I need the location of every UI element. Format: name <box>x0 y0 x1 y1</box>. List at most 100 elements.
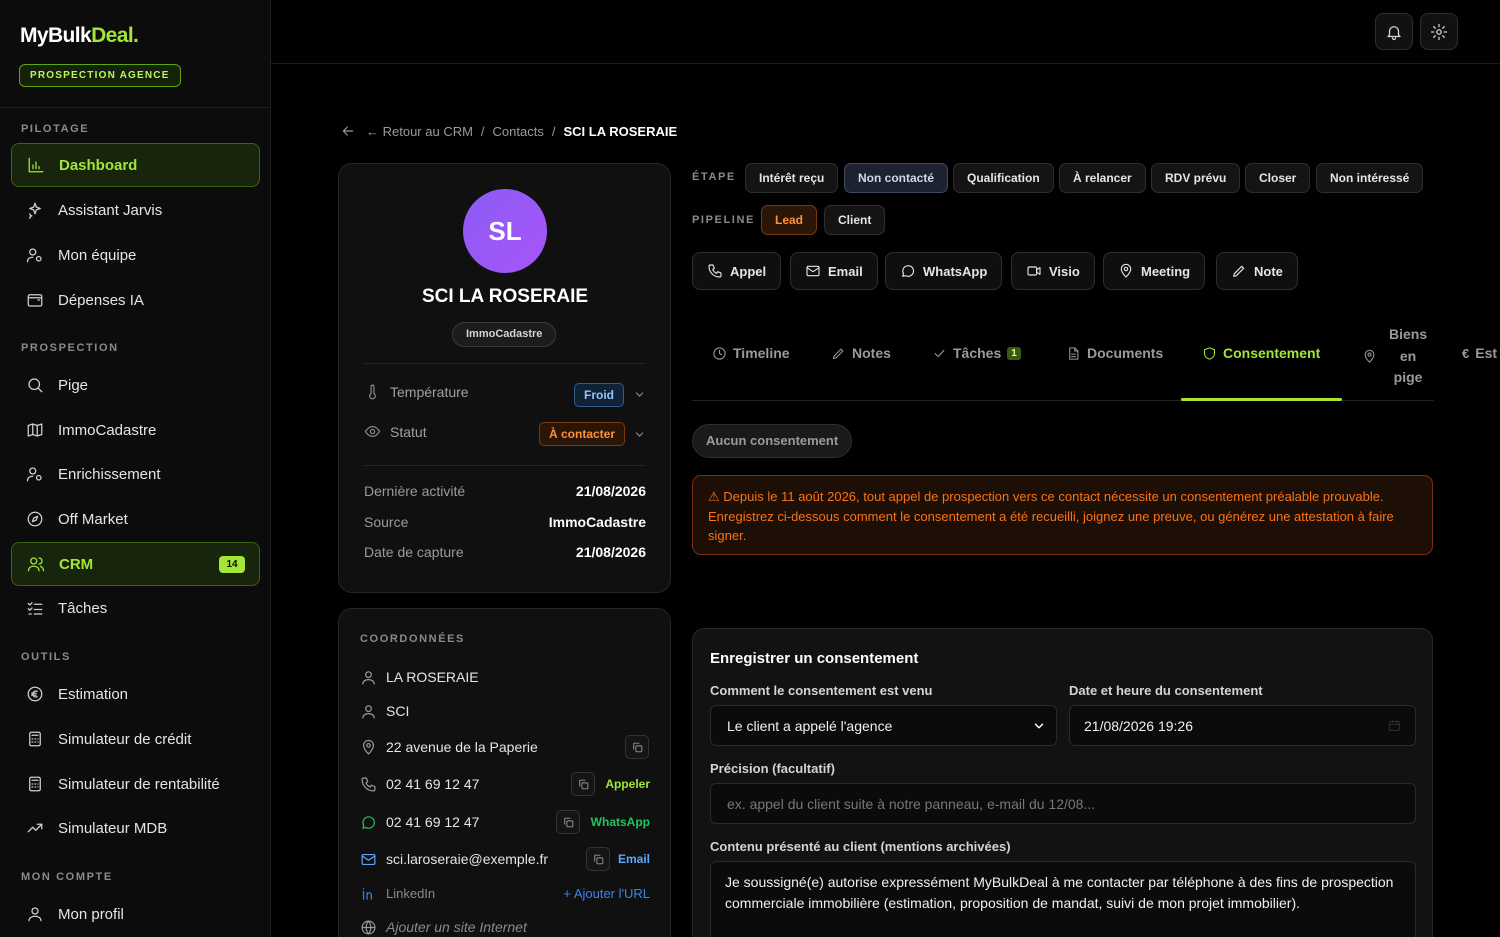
call-button[interactable]: Appel <box>692 252 782 290</box>
coord-name-row: LA ROSERAIE <box>360 665 650 689</box>
whatsapp-link[interactable]: WhatsApp <box>591 815 650 829</box>
whatsapp-button[interactable]: WhatsApp <box>885 252 1003 290</box>
back-to-crm-link[interactable]: ← Retour au CRM <box>366 124 473 139</box>
divider <box>364 465 646 466</box>
stage-label: ÉTAPE <box>692 171 736 183</box>
sidebar-item-simulateur-rentabilite[interactable]: Simulateur de rentabilité <box>11 762 260 806</box>
check-icon <box>934 349 945 357</box>
consent-date-label: Date et heure du consentement <box>1069 683 1263 698</box>
tab-estimation[interactable]: € Est <box>1462 345 1500 361</box>
mail-icon <box>806 265 820 277</box>
contact-card: SL SCI LA ROSERAIE ImmoCadastre Températ… <box>338 163 671 593</box>
video-icon <box>1027 266 1041 276</box>
settings-button[interactable] <box>1420 13 1458 50</box>
divider <box>0 107 270 108</box>
copy-whatsapp-button[interactable] <box>556 810 580 834</box>
top-bar <box>271 0 1500 64</box>
note-button[interactable]: Note <box>1216 252 1298 290</box>
calculator-icon <box>29 776 41 792</box>
stage-closer[interactable]: Closer <box>1245 163 1311 193</box>
users-icon <box>27 557 45 572</box>
stage-non-interesse[interactable]: Non intéressé <box>1316 163 1424 193</box>
sidebar-item-mon-profil[interactable]: Mon profil <box>11 892 260 936</box>
copy-icon <box>578 779 588 789</box>
tasks-count-badge: 1 <box>1007 346 1021 360</box>
brand-logo[interactable]: MyBulkDeal. <box>20 24 139 48</box>
call-link[interactable]: Appeler <box>605 777 650 791</box>
copy-phone-button[interactable] <box>571 772 595 796</box>
visio-button[interactable]: Visio <box>1011 252 1095 290</box>
pipeline-client[interactable]: Client <box>824 205 886 235</box>
email-button[interactable]: Email <box>790 252 878 290</box>
stage-rdv-prevu[interactable]: RDV prévu <box>1151 163 1241 193</box>
tab-timeline[interactable]: Timeline <box>712 345 790 361</box>
stage-interet-recu[interactable]: Intérêt reçu <box>745 163 839 193</box>
list-check-icon <box>27 602 43 615</box>
stage-a-relancer[interactable]: À relancer <box>1059 163 1146 193</box>
tab-documents[interactable]: Documents <box>1066 345 1163 361</box>
sidebar-item-mon-equipe[interactable]: Mon équipe <box>11 233 260 277</box>
sidebar-item-pige[interactable]: Pige <box>11 363 260 407</box>
chevron-down-icon[interactable] <box>633 428 646 441</box>
contacts-link[interactable]: Contacts <box>493 124 544 139</box>
sidebar-item-crm[interactable]: CRM 14 <box>11 542 260 586</box>
calculator-icon <box>29 731 41 747</box>
sidebar-item-estimation[interactable]: Estimation <box>11 672 260 716</box>
consent-how-select[interactable]: Le client a appelé l'agence <box>710 705 1057 746</box>
sidebar-item-dashboard[interactable]: Dashboard <box>11 143 260 187</box>
euro-icon <box>27 686 43 702</box>
pipeline-lead[interactable]: Lead <box>761 205 818 235</box>
notifications-button[interactable] <box>1375 13 1413 50</box>
meeting-button[interactable]: Meeting <box>1103 252 1206 290</box>
tab-consentement[interactable]: Consentement <box>1202 345 1320 361</box>
tab-biens-en-pige[interactable]: Biens en pige <box>1362 324 1427 389</box>
coord-address-row: 22 avenue de la Paperie <box>360 735 650 759</box>
source-tag: ImmoCadastre <box>452 322 557 347</box>
chevron-down-icon[interactable] <box>633 388 646 401</box>
sidebar-item-depenses-ia[interactable]: Dépenses IA <box>11 278 260 322</box>
temperature-select[interactable]: Froid <box>574 383 624 407</box>
sidebar-item-assistant-jarvis[interactable]: Assistant Jarvis <box>11 188 260 232</box>
tab-taches[interactable]: Tâches 1 <box>932 345 1021 361</box>
sparkles-icon <box>29 202 41 219</box>
map-pin-icon <box>1120 263 1132 278</box>
stage-qualification[interactable]: Qualification <box>953 163 1054 193</box>
user-icon <box>362 704 375 718</box>
capture-date-row: Date de capture 21/08/2026 <box>364 544 646 560</box>
contact-name: SCI LA ROSERAIE <box>421 286 589 307</box>
pencil-icon <box>1233 265 1245 277</box>
consent-status-badge: Aucun consentement <box>692 424 853 458</box>
sidebar-item-immocadastre[interactable]: ImmoCadastre <box>11 408 260 452</box>
tab-notes[interactable]: Notes <box>831 345 891 361</box>
crm-count-badge: 14 <box>219 556 245 573</box>
coord-website-row[interactable]: Ajouter un site Internet <box>360 915 650 937</box>
avatar: SL <box>463 189 547 273</box>
bell-icon <box>1387 25 1401 40</box>
calendar-icon[interactable] <box>1388 719 1401 732</box>
map-icon <box>27 423 43 437</box>
copy-icon <box>632 742 642 752</box>
map-pin-icon <box>362 739 375 754</box>
section-label-pilotage: PILOTAGE <box>21 123 90 135</box>
status-select[interactable]: À contacter <box>539 422 626 446</box>
consent-how-label: Comment le consentement est venu <box>710 683 933 698</box>
consent-precision-input[interactable]: ex. appel du client suite à notre pannea… <box>710 783 1416 824</box>
search-icon <box>28 378 43 393</box>
sidebar-item-enrichissement[interactable]: Enrichissement <box>11 452 260 496</box>
pencil-icon <box>832 348 844 359</box>
sidebar-item-simulateur-mdb[interactable]: Simulateur MDB <box>11 806 260 850</box>
sidebar-item-off-market[interactable]: Off Market <box>11 497 260 541</box>
arrow-left-icon[interactable] <box>340 123 356 139</box>
consent-date-input[interactable]: 21/08/2026 19:26 <box>1069 705 1416 746</box>
sidebar-item-simulateur-credit[interactable]: Simulateur de crédit <box>11 717 260 761</box>
stage-non-contacte[interactable]: Non contacté <box>844 163 949 193</box>
sidebar-item-taches[interactable]: Tâches <box>11 586 260 630</box>
sidebar: MyBulkDeal. PROSPECTION AGENCE PILOTAGE … <box>0 0 271 937</box>
copy-email-button[interactable] <box>586 847 610 871</box>
email-link[interactable]: Email <box>618 852 650 866</box>
user-team-icon <box>26 248 42 263</box>
consent-content-textarea[interactable]: Je soussigné(e) autorise expressément My… <box>710 861 1416 937</box>
copy-address-button[interactable] <box>625 735 649 759</box>
shield-icon <box>1203 346 1216 360</box>
add-linkedin-link[interactable]: + Ajouter l'URL <box>563 886 650 901</box>
